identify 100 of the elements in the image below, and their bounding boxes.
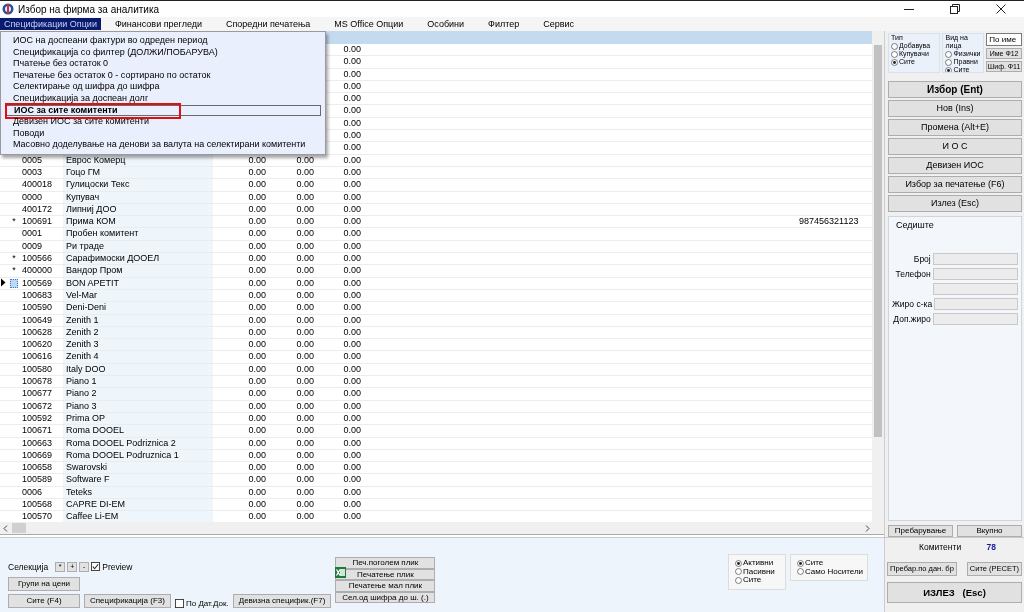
table-cell-text: 0.00: [342, 449, 362, 462]
radio-button[interactable]: [735, 576, 742, 584]
print-button[interactable]: Печатење мал плик: [335, 580, 436, 592]
radio-button[interactable]: [945, 58, 953, 66]
checkbox[interactable]: [174, 599, 184, 608]
input-field[interactable]: [932, 313, 1018, 325]
table-cell-text: 0.00: [342, 412, 362, 425]
radio-button[interactable]: [891, 58, 898, 66]
radio-button[interactable]: [735, 559, 742, 567]
menu-item[interactable]: Спецификации Опции: [0, 18, 101, 30]
menu-item[interactable]: Филтер: [478, 18, 530, 30]
table-cell-text: 0.00: [342, 314, 362, 326]
menu-item[interactable]: ИОС на доспеани фактури во одреден период: [5, 35, 321, 47]
action-button[interactable]: Девизен ИОС: [888, 157, 1022, 174]
table-cell: BON APETIT: [63, 277, 213, 289]
table-cell-text: 0.00: [342, 179, 362, 191]
table-cell-text: 0.00: [295, 240, 315, 252]
table-cell-text: 100677: [21, 388, 54, 400]
action-button[interactable]: И О С: [888, 138, 1022, 155]
field-label: Жиро с-ка: [892, 299, 932, 309]
vertical-scrollbar[interactable]: [872, 31, 884, 522]
menu-item[interactable]: Сервис: [533, 18, 585, 30]
checkbox-label: По Дат.Док.: [185, 599, 229, 608]
table-cell-text: 0.00: [295, 376, 315, 388]
input-field[interactable]: [932, 253, 1018, 265]
table-cell-text: 0005: [21, 154, 44, 166]
count-value: 78: [986, 542, 996, 552]
table-cell-text: 0.00: [247, 511, 267, 522]
table-cell-text: 0.00: [342, 486, 362, 498]
action-button[interactable]: Излез (Esc): [888, 195, 1022, 212]
table-cell-text: 0.00: [295, 511, 315, 522]
input-field[interactable]: [932, 283, 1018, 295]
table-cell-text: 0.00: [247, 363, 267, 375]
table-cell-text: 0.00: [295, 351, 315, 363]
action-button[interactable]: Избор (Ent): [888, 81, 1022, 98]
sort-field[interactable]: По име: [986, 33, 1022, 46]
table-cell: *: [12, 216, 16, 227]
input-field[interactable]: [932, 268, 1018, 280]
count-label: Комитенти: [919, 542, 962, 552]
scrollbar-thumb[interactable]: [12, 523, 26, 533]
horizontal-scrollbar[interactable]: [0, 522, 884, 535]
checkbox[interactable]: [91, 562, 101, 572]
spreadsheet-icon[interactable]: [335, 567, 347, 578]
price-groups-button[interactable]: Групи на цени: [8, 576, 80, 591]
radio-button[interactable]: [945, 66, 953, 72]
menu-item[interactable]: Споредни печатења: [216, 18, 321, 30]
table-cell-text: 0.00: [247, 449, 267, 462]
menu-item[interactable]: Девизен ИОС за сите комитенти: [5, 116, 321, 128]
scroll-left-icon[interactable]: [3, 524, 8, 532]
menu-item[interactable]: Печатење без остаток 0 - сортирано по остаток: [5, 69, 321, 82]
table-cell: Еврос Комерц: [63, 154, 213, 166]
radio-button[interactable]: [797, 568, 804, 576]
table-cell: Roma DOOEL Podriznica 2: [63, 437, 213, 449]
restore-icon: [950, 4, 960, 14]
radio-button[interactable]: [945, 50, 953, 58]
action-button[interactable]: Промена (Alt+E): [888, 119, 1022, 136]
action-button[interactable]: Избор за печатење (F6): [888, 176, 1022, 193]
table-cell-text: 0.00: [247, 499, 267, 511]
table-cell-text: 0.00: [342, 228, 362, 240]
menu-item[interactable]: Особини: [417, 18, 475, 30]
all-button[interactable]: Сите (F4): [8, 594, 80, 608]
menu-item[interactable]: ИОС за сите комитенти: [5, 104, 321, 117]
table-cell-text: 0.00: [247, 277, 267, 289]
table-cell-text: 0.00: [295, 499, 315, 511]
menu-item[interactable]: Поводи: [5, 127, 321, 140]
selection-marker: [10, 278, 18, 288]
table-cell-text: 0.00: [295, 339, 315, 351]
table-cell-text: 0.00: [342, 105, 362, 117]
radio-button[interactable]: [891, 42, 898, 50]
foreign-spec-button[interactable]: Девизна специфик.(F7): [232, 594, 332, 608]
menu-item[interactable]: Пчатење без остаток 0: [5, 58, 321, 70]
table-cell-text: 0.00: [342, 117, 362, 130]
menu-item[interactable]: Селектирање од шифра до шифра: [5, 81, 321, 93]
table-cell-text: 100658: [21, 462, 54, 474]
footer-button[interactable]: Пребарување: [888, 525, 953, 537]
table-cell-text: 0.00: [247, 351, 267, 363]
radio-button[interactable]: [891, 50, 898, 58]
footer-button[interactable]: Вкупно: [957, 525, 1022, 537]
table-cell-text: 100628: [21, 326, 54, 339]
table-cell-text: 0.00: [342, 376, 362, 388]
table-cell-text: 0.00: [342, 462, 362, 474]
table-cell-text: 0.00: [342, 351, 362, 363]
table-cell-text: 100616: [21, 351, 54, 363]
specification-button[interactable]: Спецификација (F3): [84, 594, 171, 608]
scroll-right-icon[interactable]: [865, 524, 870, 532]
menu-item[interactable]: MS Office Опции: [324, 18, 414, 30]
table-cell-text: 0.00: [247, 400, 267, 412]
menu-item[interactable]: Спецификација со филтер (ДОЛЖИ/ПОБАРУВА): [5, 46, 321, 59]
action-button[interactable]: Нов (Ins): [888, 100, 1022, 117]
exit-button[interactable]: ИЗЛЕЗ (Esc): [887, 582, 1022, 603]
menu-item[interactable]: Масовно доделување на денови за валута на селектирани комитенти: [5, 139, 321, 151]
radio-button[interactable]: [735, 568, 742, 576]
menu-item[interactable]: Спецификација за доспеан долг: [5, 92, 321, 105]
radio-button[interactable]: [797, 559, 804, 567]
menu-item[interactable]: Финансови прегледи: [104, 18, 212, 30]
input-field[interactable]: [934, 298, 1018, 310]
table-cell-text: 100683: [21, 289, 54, 302]
print-button[interactable]: Печ.поголем плик: [335, 557, 436, 569]
table-cell-text: 100671: [21, 425, 54, 437]
table-cell-text: 0.00: [295, 486, 315, 498]
